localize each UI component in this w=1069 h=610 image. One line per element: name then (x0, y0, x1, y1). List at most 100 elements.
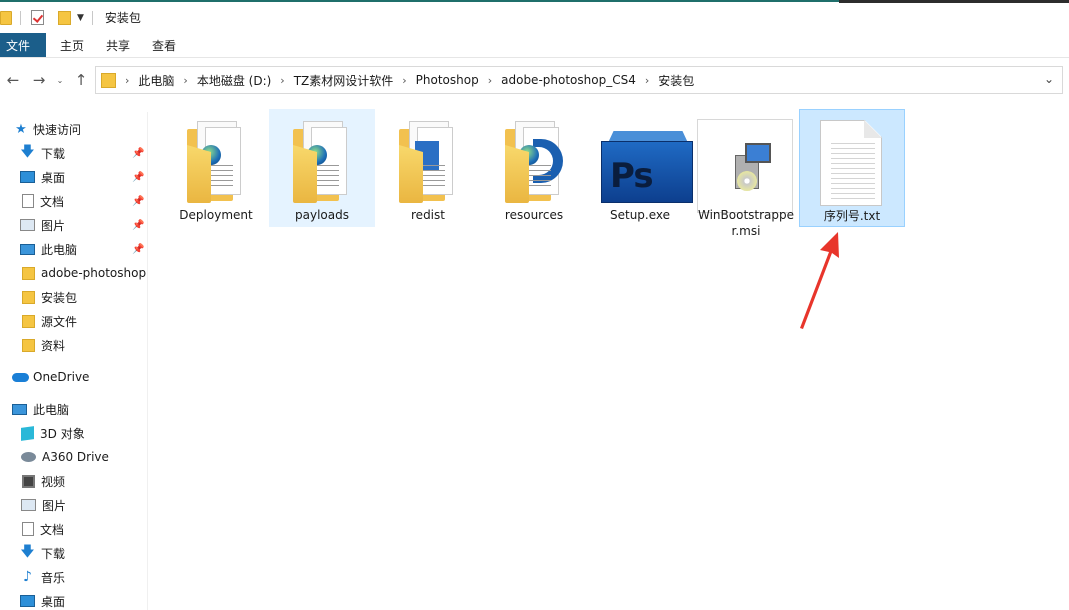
file-item-serial-number-txt[interactable]: 序列号.txt (799, 109, 905, 227)
sidebar-item-label: 图片 (41, 218, 66, 233)
address-bar[interactable]: › 此电脑 › 本地磁盘 (D:) › TZ素材网设计软件 › Photosho… (95, 66, 1063, 94)
folder-icon (22, 290, 35, 304)
folder-icon (22, 266, 35, 280)
folder-icon (181, 119, 251, 203)
pin-icon[interactable]: 📌 (132, 148, 144, 159)
file-name: resources (504, 208, 564, 222)
window-title: 安装包 (104, 11, 141, 25)
sidebar-item-documents-pc[interactable]: 文档 (22, 518, 147, 540)
sidebar-item-desktop[interactable]: 桌面 📌 (20, 166, 147, 188)
up-arrow-icon[interactable]: ↑ (68, 67, 94, 93)
sidebar-item-music[interactable]: ♪ 音乐 (20, 566, 147, 588)
breadcrumb-chevron-icon[interactable]: › (488, 74, 492, 87)
pin-icon[interactable]: 📌 (132, 196, 144, 207)
breadcrumb-chevron-icon[interactable]: › (125, 74, 129, 87)
sidebar-item-label: 音乐 (41, 570, 66, 585)
breadcrumb-install-package[interactable]: 安装包 (658, 72, 694, 89)
tab-share[interactable]: 共享 (96, 33, 140, 57)
address-dropdown-icon[interactable]: ⌄ (1044, 72, 1054, 86)
sidebar-item-label: 视频 (41, 474, 66, 489)
breadcrumb-adobe-photoshop-cs4[interactable]: adobe-photoshop_CS4 (501, 73, 636, 87)
a360-drive-icon (21, 452, 36, 462)
installer-package-icon (697, 119, 793, 213)
folder-icon (499, 119, 569, 203)
tab-file[interactable]: 文件 (0, 33, 47, 57)
ribbon-tabs: 文件 主页 共享 查看 (0, 33, 1069, 58)
sidebar-item-label: 3D 对象 (40, 426, 85, 441)
sidebar-item-label: 桌面 (41, 594, 66, 609)
navigation-pane: ★ 快速访问 🡇 下载 📌 桌面 📌 文档 📌 图片 📌 此电脑 📌 adobe… (0, 112, 148, 610)
sidebar-item-label: 快速访问 (33, 122, 82, 137)
sidebar-item-downloads-pc[interactable]: 🡇 下载 (20, 542, 147, 564)
sidebar-item-this-pc[interactable]: 此电脑 (12, 398, 147, 420)
sidebar-item-3d-objects[interactable]: 3D 对象 (21, 422, 147, 444)
folder-icon (22, 338, 35, 352)
sidebar-item-label: 此电脑 (33, 402, 70, 417)
separator (91, 10, 93, 25)
folder-icon (393, 119, 463, 203)
sidebar-item-onedrive[interactable]: OneDrive (12, 366, 147, 388)
sidebar-item-label: 下载 (41, 546, 66, 561)
tab-view[interactable]: 查看 (142, 33, 186, 57)
sidebar-item-label: 文档 (40, 194, 65, 209)
file-item-deployment[interactable]: Deployment (163, 109, 269, 227)
file-item-redist[interactable]: redist (375, 109, 481, 227)
sidebar-item-label: 桌面 (41, 170, 66, 185)
sidebar-item-documents[interactable]: 文档 📌 (22, 190, 147, 212)
breadcrumb-this-pc[interactable]: 此电脑 (138, 72, 174, 89)
sidebar-item-install-package[interactable]: 安装包 (22, 286, 147, 308)
pin-icon[interactable]: 📌 (132, 244, 144, 255)
file-name: WinBootstrapper.msi (697, 208, 795, 238)
tab-home[interactable]: 主页 (50, 33, 94, 57)
breadcrumb-photoshop[interactable]: Photoshop (416, 73, 479, 87)
title-bar: ▼ 安装包 (0, 0, 1069, 33)
sidebar-item-label: OneDrive (33, 370, 90, 384)
sidebar-item-desktop-pc[interactable]: 桌面 (20, 590, 147, 610)
window-edge (839, 0, 1069, 3)
folder-icon (22, 314, 35, 328)
breadcrumb-tz-software[interactable]: TZ素材网设计软件 (294, 72, 394, 89)
sidebar-item-label: 下载 (41, 146, 66, 161)
recent-locations-chevron-icon[interactable]: ⌄ (52, 67, 68, 93)
sidebar-item-label: adobe-photoshop (41, 266, 147, 280)
breadcrumb-chevron-icon[interactable]: › (280, 74, 284, 87)
sidebar-item-pictures-pc[interactable]: 图片 (21, 494, 147, 516)
properties-icon[interactable] (31, 10, 44, 25)
file-item-payloads[interactable]: payloads (269, 109, 375, 227)
sidebar-item-downloads[interactable]: 🡇 下载 📌 (20, 142, 147, 164)
file-item-resources[interactable]: resources (481, 109, 587, 227)
folder-icon (101, 72, 116, 88)
picture-icon (21, 499, 36, 511)
picture-icon (20, 219, 35, 231)
pin-icon[interactable]: 📌 (132, 172, 144, 183)
sidebar-item-videos[interactable]: 视频 (22, 470, 147, 492)
back-arrow-icon[interactable]: ← (0, 67, 26, 93)
sidebar-item-adobe-photoshop[interactable]: adobe-photoshop (22, 262, 147, 284)
breadcrumb-chevron-icon[interactable]: › (183, 74, 187, 87)
new-folder-icon[interactable] (58, 10, 71, 25)
breadcrumb-chevron-icon[interactable]: › (645, 74, 649, 87)
breadcrumb-chevron-icon[interactable]: › (402, 74, 406, 87)
computer-icon (12, 403, 27, 415)
sidebar-item-label: 文档 (40, 522, 65, 537)
pin-icon[interactable]: 📌 (132, 220, 144, 231)
file-item-winbootstrapper-msi[interactable]: WinBootstrapper.msi (693, 109, 799, 238)
breadcrumb-local-disk[interactable]: 本地磁盘 (D:) (197, 72, 271, 89)
document-icon (22, 194, 34, 208)
sidebar-item-quick-access[interactable]: ★ 快速访问 (14, 118, 147, 140)
document-icon (22, 522, 34, 536)
file-item-setup-exe[interactable]: Ps Setup.exe (587, 109, 693, 227)
file-name: redist (411, 208, 445, 222)
cube-icon (21, 425, 34, 441)
sidebar-item-label: A360 Drive (42, 450, 109, 464)
customize-toolbar-icon[interactable]: ▼ (77, 13, 84, 23)
forward-arrow-icon[interactable]: → (26, 67, 52, 93)
sidebar-item-source-files[interactable]: 源文件 (22, 310, 147, 332)
sidebar-item-pictures[interactable]: 图片 📌 (20, 214, 147, 236)
download-icon: 🡇 (20, 544, 35, 560)
sidebar-item-a360-drive[interactable]: A360 Drive (21, 446, 147, 468)
folder-icon (287, 119, 357, 203)
sidebar-item-materials[interactable]: 资料 (22, 334, 147, 356)
sidebar-item-label: 此电脑 (41, 242, 78, 257)
sidebar-item-this-pc-pinned[interactable]: 此电脑 📌 (20, 238, 147, 260)
